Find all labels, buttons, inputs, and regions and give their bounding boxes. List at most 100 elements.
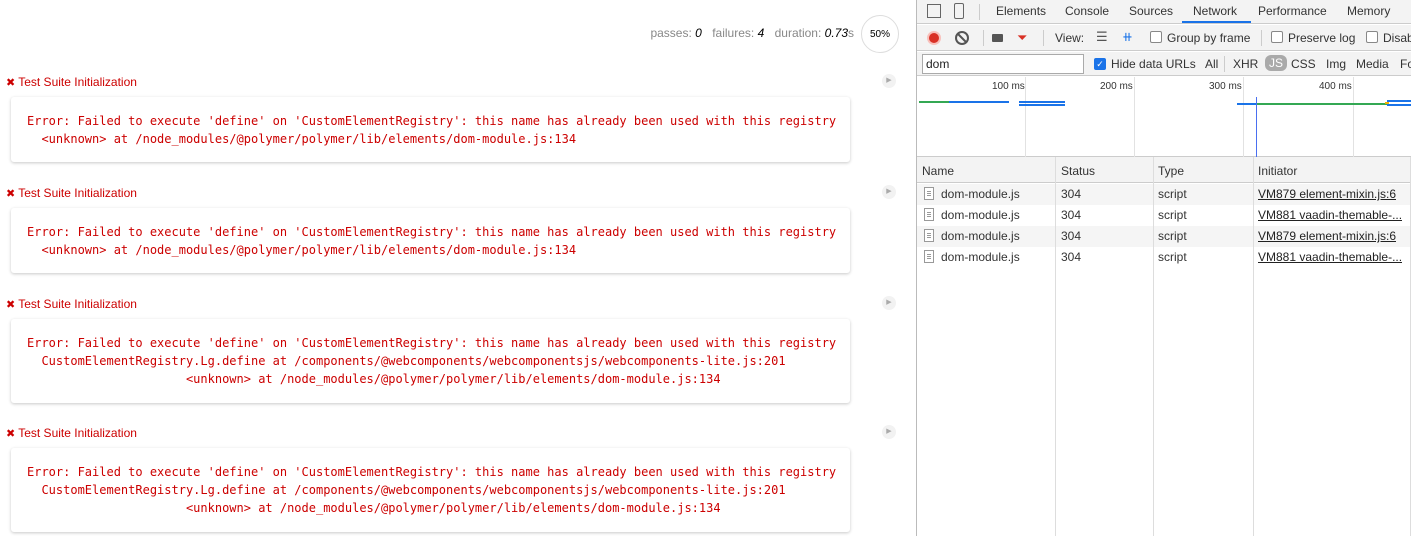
tab-memory[interactable]: Memory — [1347, 4, 1390, 18]
suite-title[interactable]: ✖ Test Suite Initialization — [6, 426, 137, 440]
filter-icon[interactable]: ⏷ — [1017, 31, 1027, 44]
waterfall-bar — [1387, 100, 1411, 102]
passes-stat[interactable]: passes: 0 — [650, 26, 701, 40]
suite-title[interactable]: ✖ Test Suite Initialization — [6, 186, 137, 200]
suite-title[interactable]: ✖ Test Suite Initialization — [6, 297, 137, 311]
filter-bar: ✓ Hide data URLs All XHR JS CSS Img Medi… — [917, 52, 1411, 76]
fail-icon: ✖ — [6, 428, 16, 440]
group-by-frame-label: Group by frame — [1167, 31, 1251, 45]
script-file-icon — [924, 250, 934, 263]
column-divider[interactable] — [1253, 157, 1254, 536]
tab-elements[interactable]: Elements — [996, 4, 1046, 18]
hide-data-urls-checkbox[interactable]: ✓ — [1094, 58, 1106, 70]
request-name: dom-module.js — [941, 187, 1020, 201]
request-type: script — [1158, 208, 1187, 222]
preserve-log-checkbox[interactable] — [1271, 31, 1283, 43]
filter-js[interactable]: JS — [1265, 55, 1288, 71]
timeline-tick-label: 300 ms — [1209, 81, 1242, 92]
clear-icon[interactable] — [955, 31, 969, 45]
disable-cache-label: Disab — [1383, 31, 1411, 45]
failures-stat[interactable]: failures: 4 — [712, 26, 764, 40]
request-type: script — [1158, 250, 1187, 264]
waterfall-view-icon[interactable]: ⧺ — [1122, 30, 1133, 44]
divider — [983, 30, 984, 46]
request-name: dom-module.js — [941, 250, 1020, 264]
error-message: Error: Failed to execute 'define' on 'Cu… — [27, 336, 837, 386]
hide-data-urls-label: Hide data URLs — [1111, 57, 1196, 71]
filter-input[interactable] — [922, 54, 1084, 74]
timeline-tick-label: 200 ms — [1100, 81, 1133, 92]
divider — [979, 4, 980, 20]
active-tab-indicator — [1182, 21, 1251, 23]
inspect-element-icon[interactable] — [927, 4, 941, 18]
tab-network[interactable]: Network — [1193, 4, 1237, 18]
dom-content-loaded-marker — [1256, 97, 1257, 157]
screenshot-camera-icon[interactable] — [992, 34, 1003, 42]
record-icon[interactable] — [927, 31, 941, 45]
table-row[interactable]: dom-module.js 304 script VM881 vaadin-th… — [917, 247, 1411, 268]
column-name[interactable]: Name — [922, 164, 954, 178]
waterfall-bar — [1385, 102, 1389, 104]
filter-css[interactable]: CSS — [1291, 57, 1316, 71]
table-row[interactable]: dom-module.js 304 script VM879 element-m… — [917, 184, 1411, 205]
filter-media[interactable]: Media — [1356, 57, 1389, 71]
filter-img[interactable]: Img — [1326, 57, 1346, 71]
replay-icon[interactable]: ▶ — [882, 185, 896, 199]
device-toolbar-icon[interactable] — [954, 3, 964, 19]
divider — [1043, 30, 1044, 46]
mocha-report: passes: 0 failures: 4 duration: 0.73s 50… — [0, 0, 916, 536]
timeline-tick-label: 100 ms — [992, 81, 1025, 92]
error-box: Error: Failed to execute 'define' on 'Cu… — [11, 319, 850, 403]
timeline-gridline — [1025, 77, 1026, 157]
error-box: Error: Failed to execute 'define' on 'Cu… — [11, 97, 850, 162]
request-status: 304 — [1061, 229, 1082, 243]
request-type: script — [1158, 187, 1187, 201]
waterfall-bar — [1237, 103, 1257, 105]
disable-cache-checkbox[interactable] — [1366, 31, 1378, 43]
request-initiator-link[interactable]: VM881 vaadin-themable-... — [1258, 208, 1402, 222]
timeline-gridline — [1134, 77, 1135, 157]
waterfall-bar — [1019, 104, 1065, 106]
table-row[interactable]: dom-module.js 304 script VM881 vaadin-th… — [917, 205, 1411, 226]
column-initiator[interactable]: Initiator — [1258, 164, 1297, 178]
waterfall-bar — [1237, 103, 1387, 105]
network-toolbar: ⏷ View: ☰ ⧺ Group by frame Preserve log … — [917, 25, 1411, 51]
replay-icon[interactable]: ▶ — [882, 296, 896, 310]
column-divider[interactable] — [1153, 157, 1154, 536]
request-initiator-link[interactable]: VM879 element-mixin.js:6 — [1258, 229, 1396, 243]
tab-console[interactable]: Console — [1065, 4, 1109, 18]
request-initiator-link[interactable]: VM881 vaadin-themable-... — [1258, 250, 1402, 264]
list-view-icon[interactable]: ☰ — [1096, 30, 1108, 44]
error-box: Error: Failed to execute 'define' on 'Cu… — [11, 208, 850, 273]
fail-icon: ✖ — [6, 77, 16, 89]
replay-icon[interactable]: ▶ — [882, 425, 896, 439]
replay-icon[interactable]: ▶ — [882, 74, 896, 88]
filter-font[interactable]: Fo — [1400, 57, 1411, 71]
request-table-header: Name Status Type Initiator — [917, 157, 1411, 183]
script-file-icon — [924, 187, 934, 200]
column-divider[interactable] — [1055, 157, 1056, 536]
filter-all[interactable]: All — [1205, 57, 1218, 71]
column-type[interactable]: Type — [1158, 164, 1184, 178]
group-by-frame-checkbox[interactable] — [1150, 31, 1162, 43]
table-row[interactable]: dom-module.js 304 script VM879 element-m… — [917, 226, 1411, 247]
devtools-panel: Elements Console Sources Network Perform… — [916, 0, 1411, 536]
fail-icon: ✖ — [6, 299, 16, 311]
request-initiator-link[interactable]: VM879 element-mixin.js:6 — [1258, 187, 1396, 201]
column-status[interactable]: Status — [1061, 164, 1095, 178]
request-status: 304 — [1061, 208, 1082, 222]
error-message: Error: Failed to execute 'define' on 'Cu… — [27, 465, 837, 515]
divider — [1224, 56, 1225, 72]
suite-title[interactable]: ✖ Test Suite Initialization — [6, 75, 137, 89]
network-overview[interactable]: 100 ms 200 ms 300 ms 400 ms — [917, 77, 1411, 157]
tab-sources[interactable]: Sources — [1129, 4, 1173, 18]
error-box: Error: Failed to execute 'define' on 'Cu… — [11, 448, 850, 532]
script-file-icon — [924, 208, 934, 221]
preserve-log-label: Preserve log — [1288, 31, 1356, 45]
tab-performance[interactable]: Performance — [1258, 4, 1327, 18]
request-name: dom-module.js — [941, 208, 1020, 222]
view-label: View: — [1055, 31, 1085, 45]
filter-xhr[interactable]: XHR — [1233, 57, 1258, 71]
progress-ring: 50% — [861, 15, 899, 53]
timeline-gridline — [1353, 77, 1354, 157]
